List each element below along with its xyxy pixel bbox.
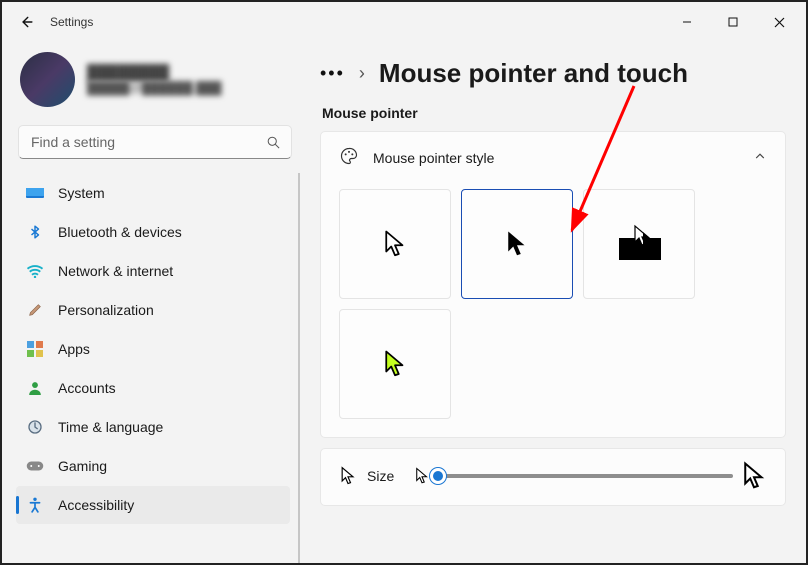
sidebar-item-label: Accounts (58, 380, 116, 396)
sidebar-item-label: Personalization (58, 302, 154, 318)
search-icon (266, 135, 281, 150)
cursor-custom-icon (382, 349, 408, 379)
breadcrumb: ••• › Mouse pointer and touch (320, 58, 786, 89)
paintbrush-icon (26, 301, 44, 319)
sidebar-item-label: Apps (58, 341, 90, 357)
minimize-button[interactable] (664, 5, 710, 39)
account-block[interactable]: ████████ █████@██████.███ (16, 44, 302, 121)
chevron-right-icon: › (359, 63, 365, 84)
cursor-max-icon (741, 461, 767, 491)
nav-list: System Bluetooth & devices Network & int… (16, 173, 300, 563)
page-title: Mouse pointer and touch (379, 58, 688, 89)
accessibility-icon (26, 496, 44, 514)
apps-icon (26, 340, 44, 358)
pointer-style-card: Mouse pointer style (320, 131, 786, 438)
gaming-icon (26, 457, 44, 475)
size-label: Size (367, 468, 394, 484)
pointer-size-card: Size (320, 448, 786, 506)
window-title: Settings (50, 15, 93, 29)
cursor-min-icon (414, 467, 430, 485)
chevron-up-icon (753, 149, 767, 166)
sidebar-item-label: Gaming (58, 458, 107, 474)
sidebar-item-personalization[interactable]: Personalization (16, 291, 290, 329)
sidebar-item-accessibility[interactable]: Accessibility (16, 486, 290, 524)
sidebar-item-bluetooth[interactable]: Bluetooth & devices (16, 213, 290, 251)
pointer-style-options (321, 183, 785, 437)
wifi-icon (26, 262, 44, 280)
cursor-inverted-icon (611, 224, 667, 264)
sidebar-item-network[interactable]: Network & internet (16, 252, 290, 290)
pointer-style-header[interactable]: Mouse pointer style (321, 132, 785, 183)
arrow-left-icon (19, 15, 33, 29)
sidebar-item-label: Bluetooth & devices (58, 224, 182, 240)
cursor-black-icon (504, 229, 530, 259)
size-slider[interactable] (414, 461, 767, 491)
pointer-style-black[interactable] (461, 189, 573, 299)
clock-globe-icon (26, 418, 44, 436)
sidebar: ████████ █████@██████.███ System (2, 42, 302, 563)
search-box[interactable] (18, 125, 292, 159)
breadcrumb-ellipsis[interactable]: ••• (320, 63, 345, 84)
slider-thumb[interactable] (430, 468, 446, 484)
titlebar: Settings (2, 2, 806, 42)
minimize-icon (682, 17, 692, 27)
pointer-style-inverted[interactable] (583, 189, 695, 299)
maximize-icon (728, 17, 738, 27)
person-icon (26, 379, 44, 397)
account-name: ████████ (87, 65, 222, 81)
sidebar-item-label: Time & language (58, 419, 163, 435)
cursor-small-icon (339, 466, 357, 486)
pointer-style-custom[interactable] (339, 309, 451, 419)
search-input[interactable] (29, 133, 266, 151)
sidebar-item-gaming[interactable]: Gaming (16, 447, 290, 485)
sidebar-item-label: System (58, 185, 105, 201)
account-email: █████@██████.███ (87, 81, 222, 95)
bluetooth-icon (26, 223, 44, 241)
sidebar-item-time-language[interactable]: Time & language (16, 408, 290, 446)
back-button[interactable] (12, 8, 40, 36)
slider-track[interactable] (438, 474, 733, 478)
pointer-style-white[interactable] (339, 189, 451, 299)
sidebar-item-label: Network & internet (58, 263, 173, 279)
maximize-button[interactable] (710, 5, 756, 39)
palette-icon (339, 146, 359, 169)
sidebar-item-accounts[interactable]: Accounts (16, 369, 290, 407)
close-icon (774, 17, 785, 28)
account-text: ████████ █████@██████.███ (87, 65, 222, 95)
main-content: ••• › Mouse pointer and touch Mouse poin… (302, 42, 806, 563)
settings-window: Settings ████████ █████@██████.███ (0, 0, 808, 565)
cursor-white-icon (382, 229, 408, 259)
window-controls (664, 5, 802, 39)
pointer-style-title: Mouse pointer style (373, 150, 494, 166)
section-label: Mouse pointer (322, 105, 786, 121)
sidebar-item-label: Accessibility (58, 497, 134, 513)
sidebar-item-system[interactable]: System (16, 174, 290, 212)
monitor-icon (26, 184, 44, 202)
close-button[interactable] (756, 5, 802, 39)
sidebar-item-apps[interactable]: Apps (16, 330, 290, 368)
avatar (20, 52, 75, 107)
